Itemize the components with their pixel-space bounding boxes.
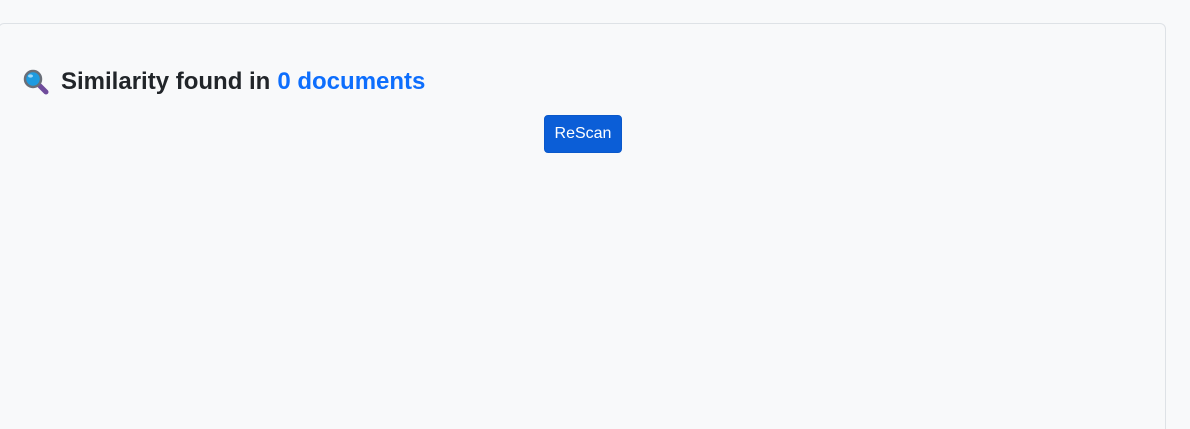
similarity-heading: Similarity found in 0 documents (23, 66, 425, 98)
document-count-link[interactable]: 0 documents (277, 68, 425, 96)
page: Similarity found in 0 documents ReScan (0, 0, 1190, 429)
rescan-button[interactable]: ReScan (544, 115, 622, 153)
similarity-label: Similarity found in (61, 68, 271, 95)
magnifying-glass-icon (23, 69, 49, 95)
